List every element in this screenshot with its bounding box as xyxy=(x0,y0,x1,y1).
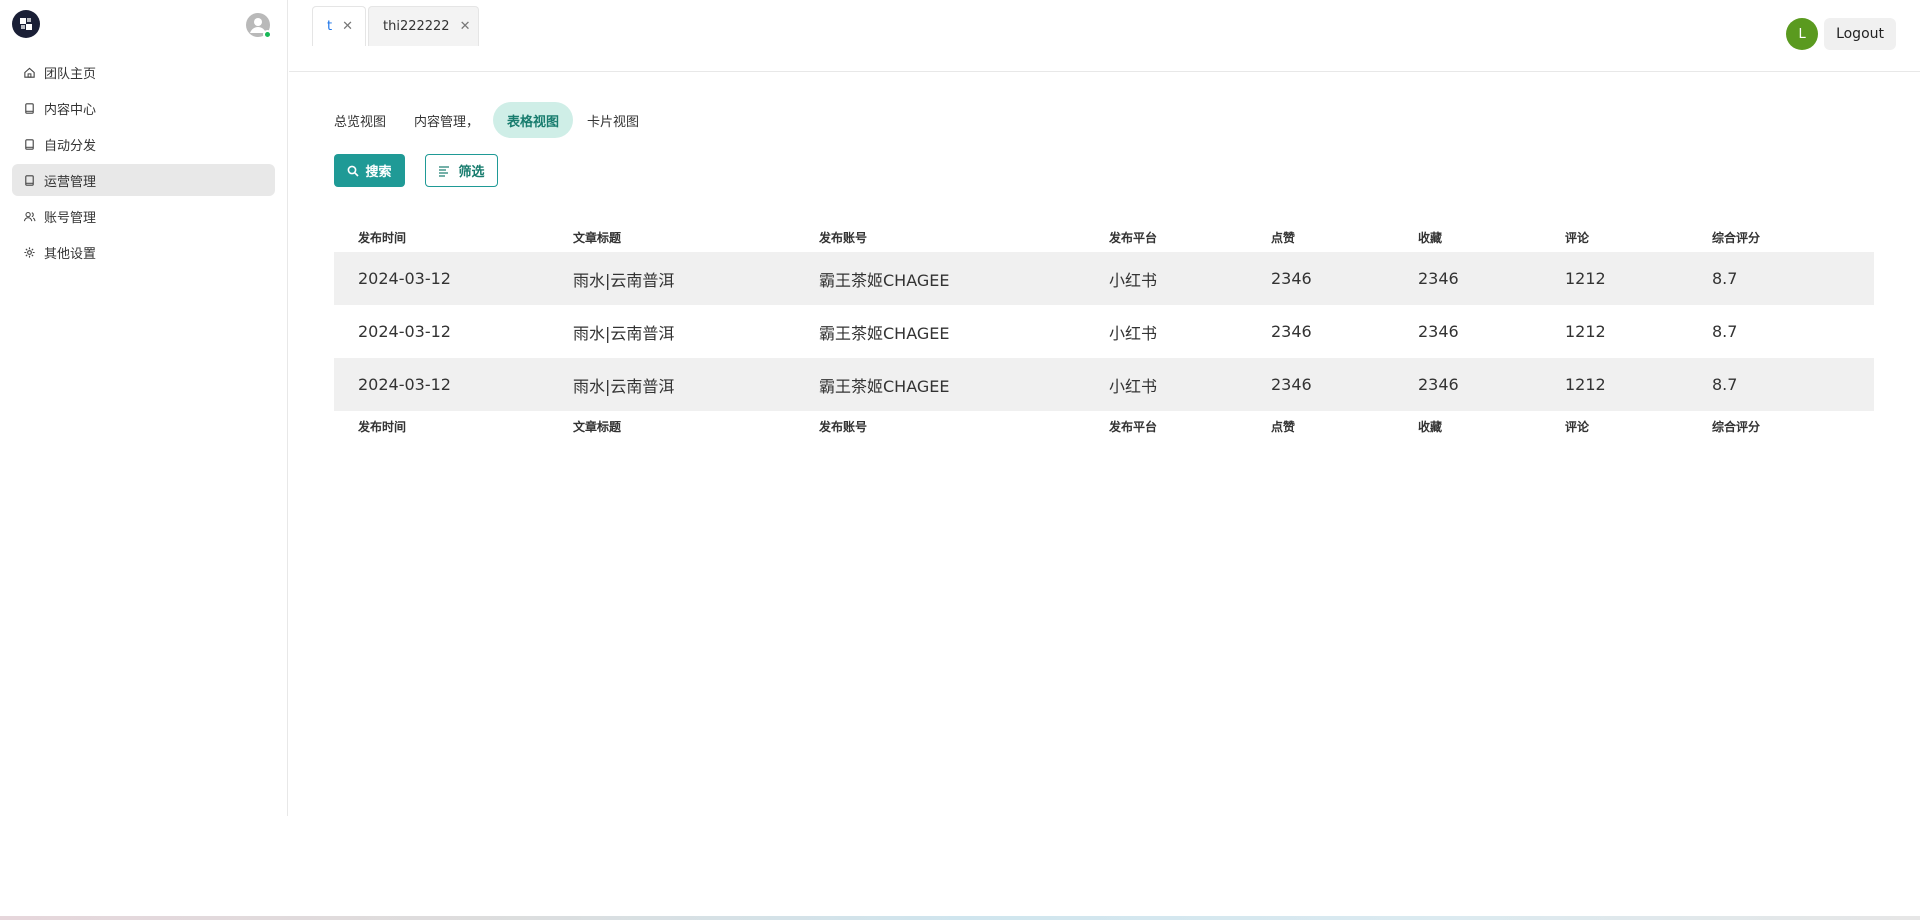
cell-favorites: 2346 xyxy=(1418,375,1459,394)
cell-title: 雨水|云南普洱 xyxy=(573,376,675,396)
cell-score: 8.7 xyxy=(1712,322,1738,341)
view-table[interactable]: 表格视图 xyxy=(493,102,574,138)
tab-t[interactable]: t ✕ xyxy=(312,6,366,46)
cell-comments: 1212 xyxy=(1565,269,1606,288)
column-header[interactable]: 点赞 xyxy=(1271,229,1418,246)
tab-label: thi222222 xyxy=(383,19,450,34)
cell-publish-time: 2024-03-12 xyxy=(358,375,451,394)
gear-icon xyxy=(22,245,36,259)
column-header[interactable]: 发布账号 xyxy=(819,229,1109,246)
book-icon xyxy=(22,137,36,151)
home-icon xyxy=(22,65,36,79)
search-button-label: 搜索 xyxy=(365,165,392,180)
filter-button[interactable]: 筛选 xyxy=(425,154,498,187)
avatar[interactable]: L xyxy=(1786,18,1819,50)
column-footer: 发布账号 xyxy=(819,419,868,434)
sidebar-item-team-home[interactable]: 团队主页 xyxy=(12,56,275,88)
cell-likes: 2346 xyxy=(1271,269,1312,288)
column-footer: 评论 xyxy=(1565,419,1590,434)
cell-account: 霸王茶姬CHAGEE xyxy=(819,376,950,396)
sidebar: 团队主页 内容中心 自动分发 运营管理 账号管理 其他设置 xyxy=(0,0,288,816)
app-logo-icon[interactable] xyxy=(12,10,40,38)
cell-publish-time: 2024-03-12 xyxy=(358,269,451,288)
column-footer: 点赞 xyxy=(1271,419,1296,434)
column-header[interactable]: 发布平台 xyxy=(1109,229,1271,246)
sidebar-item-label: 自动分发 xyxy=(44,138,97,154)
close-icon[interactable]: ✕ xyxy=(460,19,471,34)
column-footer: 综合评分 xyxy=(1712,419,1761,434)
cell-comments: 1212 xyxy=(1565,375,1606,394)
cell-score: 8.7 xyxy=(1712,375,1738,394)
column-header[interactable]: 收藏 xyxy=(1418,229,1565,246)
search-button[interactable]: 搜索 xyxy=(334,154,405,187)
sidebar-item-label: 账号管理 xyxy=(44,210,97,226)
cell-account: 霸王茶姬CHAGEE xyxy=(819,323,950,343)
sidebar-item-label: 其他设置 xyxy=(44,246,97,262)
cell-platform: 小红书 xyxy=(1109,323,1158,343)
user-avatar-icon[interactable] xyxy=(246,13,272,39)
view-switcher: 总览视图 内容管理， 表格视图 卡片视图 xyxy=(320,102,653,138)
filter-button-label: 筛选 xyxy=(458,165,485,180)
view-overview[interactable]: 总览视图 xyxy=(320,102,400,138)
cell-title: 雨水|云南普洱 xyxy=(573,323,675,343)
sidebar-item-label: 团队主页 xyxy=(44,66,97,82)
column-header[interactable]: 评论 xyxy=(1565,229,1712,246)
column-footer: 文章标题 xyxy=(573,419,622,434)
sidebar-nav: 团队主页 内容中心 自动分发 运营管理 账号管理 其他设置 xyxy=(12,56,275,272)
cell-favorites: 2346 xyxy=(1418,269,1459,288)
view-content-management[interactable]: 内容管理， xyxy=(400,102,493,138)
book-icon xyxy=(22,173,36,187)
cell-platform: 小红书 xyxy=(1109,270,1158,290)
close-icon[interactable]: ✕ xyxy=(342,19,353,34)
cell-likes: 2346 xyxy=(1271,375,1312,394)
table-header: 发布时间 文章标题 发布账号 发布平台 点赞 收藏 评论 综合评分 xyxy=(334,222,1874,252)
column-footer: 发布时间 xyxy=(358,419,407,434)
cell-account: 霸王茶姬CHAGEE xyxy=(819,270,950,290)
table-row[interactable]: 2024-03-12 雨水|云南普洱 霸王茶姬CHAGEE 小红书 2346 2… xyxy=(334,358,1874,411)
column-header[interactable]: 综合评分 xyxy=(1712,229,1874,246)
sidebar-item-settings[interactable]: 其他设置 xyxy=(12,236,275,268)
table-row[interactable]: 2024-03-12 雨水|云南普洱 霸王茶姬CHAGEE 小红书 2346 2… xyxy=(334,252,1874,305)
sidebar-item-label: 运营管理 xyxy=(44,174,97,190)
cell-likes: 2346 xyxy=(1271,322,1312,341)
cell-comments: 1212 xyxy=(1565,322,1606,341)
table-footer: 发布时间 文章标题 发布账号 发布平台 点赞 收藏 评论 综合评分 xyxy=(334,411,1874,441)
bottom-decoration xyxy=(0,916,1920,920)
sidebar-item-accounts[interactable]: 账号管理 xyxy=(12,200,275,232)
column-footer: 发布平台 xyxy=(1109,419,1158,434)
users-icon xyxy=(22,209,36,223)
tab-thi222222[interactable]: thi222222 ✕ xyxy=(368,6,479,46)
sidebar-item-operations[interactable]: 运营管理 xyxy=(12,164,275,196)
cell-publish-time: 2024-03-12 xyxy=(358,322,451,341)
column-footer: 收藏 xyxy=(1418,419,1443,434)
tab-label: t xyxy=(327,19,333,34)
sidebar-item-content-center[interactable]: 内容中心 xyxy=(12,92,275,124)
column-header[interactable]: 文章标题 xyxy=(573,229,819,246)
cell-platform: 小红书 xyxy=(1109,376,1158,396)
cell-title: 雨水|云南普洱 xyxy=(573,270,675,290)
cell-score: 8.7 xyxy=(1712,269,1738,288)
table-row[interactable]: 2024-03-12 雨水|云南普洱 霸王茶姬CHAGEE 小红书 2346 2… xyxy=(334,305,1874,358)
column-header[interactable]: 发布时间 xyxy=(334,229,573,246)
cell-favorites: 2346 xyxy=(1418,322,1459,341)
logout-button[interactable]: Logout xyxy=(1824,18,1896,50)
filter-icon xyxy=(439,165,450,177)
online-status-icon xyxy=(263,30,272,39)
sidebar-item-label: 内容中心 xyxy=(44,102,97,118)
sidebar-item-auto-distribute[interactable]: 自动分发 xyxy=(12,128,275,160)
data-table: 发布时间 文章标题 发布账号 发布平台 点赞 收藏 评论 综合评分 2024-0… xyxy=(334,222,1874,441)
view-card[interactable]: 卡片视图 xyxy=(573,102,653,138)
top-bar: t ✕ thi222222 ✕ L Logout xyxy=(289,0,1920,72)
book-icon xyxy=(22,101,36,115)
header-actions: L Logout xyxy=(1786,18,1896,50)
search-icon xyxy=(348,165,360,177)
